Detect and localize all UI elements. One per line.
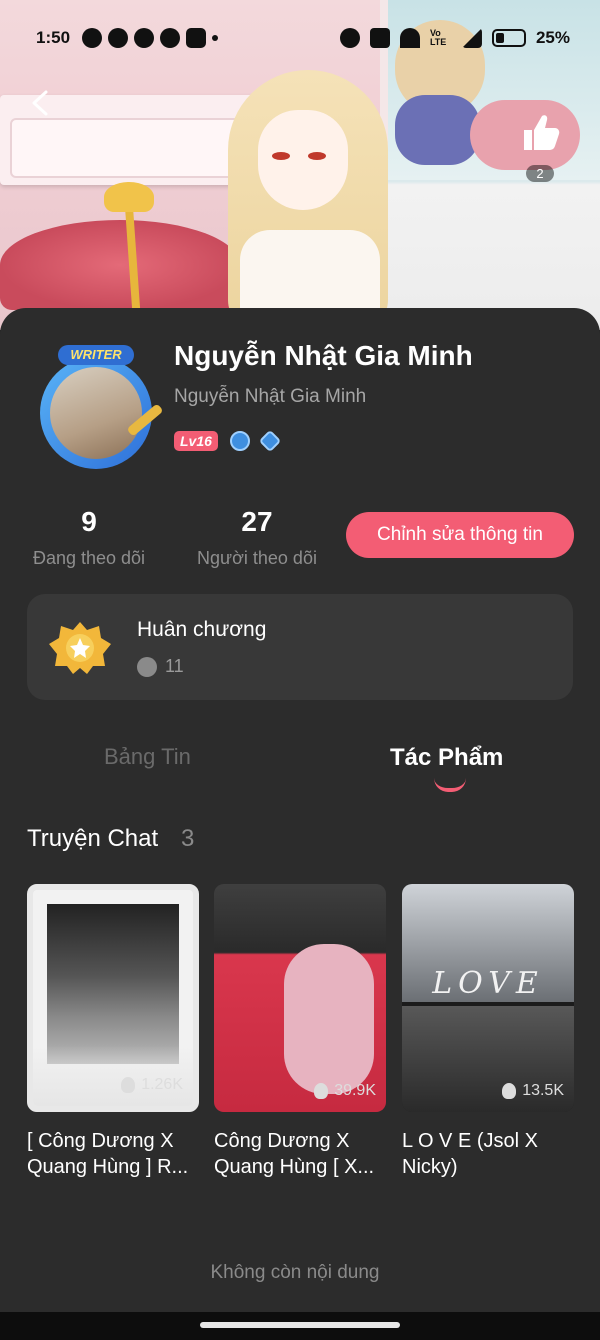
messenger-icon bbox=[82, 28, 102, 48]
edit-profile-button[interactable]: Chỉnh sửa thông tin bbox=[346, 512, 574, 558]
instagram-icon bbox=[186, 28, 206, 48]
story-title: Công Dương X Quang Hùng [ X... bbox=[214, 1130, 375, 1178]
profile-tabs: Bảng Tin Tác Phẩm bbox=[0, 740, 600, 800]
status-time: 1:50 bbox=[36, 28, 71, 47]
fire-icon bbox=[502, 1083, 517, 1099]
story-card[interactable]: 39.9K Công Dương X Quang Hùng [ X... bbox=[214, 884, 386, 1180]
section-count: 3 bbox=[181, 825, 195, 852]
fire-icon bbox=[314, 1083, 329, 1099]
following-label: Đang theo dõi bbox=[32, 548, 146, 568]
section-title: Truyện Chat bbox=[27, 825, 159, 852]
hexagon-badge-icon[interactable] bbox=[258, 429, 282, 453]
badges-row: Lv16 bbox=[174, 429, 282, 453]
star-icon bbox=[137, 656, 157, 677]
chevron-left-icon bbox=[32, 90, 48, 116]
alarm-icon bbox=[339, 28, 360, 48]
medal-icon bbox=[49, 622, 111, 674]
medal-panel[interactable]: Huân chương 11 bbox=[27, 594, 573, 700]
story-title: [ Công Dương X Quang Hùng ] R... bbox=[27, 1130, 189, 1178]
avatar-photo bbox=[50, 367, 142, 459]
messenger-icon bbox=[160, 28, 180, 48]
volte-label: Vo LTE bbox=[429, 28, 447, 47]
story-cover: 1.26K bbox=[27, 884, 199, 1112]
medal-title: Huân chương bbox=[137, 618, 267, 641]
diamond-badge-icon[interactable] bbox=[229, 431, 250, 451]
story-cover: 39.9K bbox=[214, 884, 386, 1112]
story-card[interactable]: 1.26K [ Công Dương X Quang Hùng ] R... bbox=[27, 884, 199, 1180]
following-count: 9 bbox=[81, 506, 97, 537]
followers-label: Người theo dõi bbox=[197, 548, 317, 568]
battery-icon bbox=[491, 29, 526, 47]
avatar[interactable]: WRITER bbox=[30, 345, 164, 475]
profile-name: Nguyễn Nhật Gia Minh bbox=[174, 340, 473, 371]
story-views: 1.26K bbox=[141, 1076, 183, 1093]
back-button[interactable] bbox=[26, 88, 56, 118]
like-button[interactable]: 2 bbox=[512, 110, 568, 182]
notification-icons bbox=[82, 28, 218, 48]
followers-stat[interactable]: 27 Người theo dõi bbox=[190, 506, 324, 569]
messenger-icon bbox=[134, 28, 154, 48]
profile-subname: Nguyễn Nhật Gia Minh bbox=[174, 386, 367, 407]
battery-percent: 25% bbox=[535, 28, 570, 47]
tab-feed[interactable]: Bảng Tin bbox=[104, 744, 191, 770]
story-card[interactable]: LOVE 13.5K L O V E (Jsol X Nicky) bbox=[402, 884, 574, 1180]
fire-icon bbox=[121, 1077, 136, 1093]
following-stat[interactable]: 9 Đang theo dõi bbox=[26, 506, 152, 569]
story-views: 39.9K bbox=[334, 1082, 376, 1099]
story-cover: LOVE 13.5K bbox=[402, 884, 574, 1112]
tab-works[interactable]: Tác Phẩm bbox=[390, 744, 503, 772]
cover-text: LOVE bbox=[432, 966, 544, 1001]
like-count: 2 bbox=[526, 165, 554, 182]
more-notifications-dot bbox=[212, 35, 218, 41]
signal-icon bbox=[461, 28, 482, 48]
story-views: 13.5K bbox=[522, 1082, 564, 1099]
followers-count: 27 bbox=[241, 506, 273, 537]
medal-count: 11 bbox=[165, 656, 184, 676]
writer-badge: WRITER bbox=[58, 345, 134, 365]
story-title: L O V E (Jsol X Nicky) bbox=[402, 1130, 538, 1178]
bunny-plush-illustration bbox=[284, 944, 374, 1094]
wifi-icon bbox=[399, 28, 420, 48]
mute-icon bbox=[369, 28, 390, 48]
level-badge[interactable]: Lv16 bbox=[174, 431, 218, 451]
thumbs-up-icon bbox=[524, 115, 560, 150]
messenger-icon bbox=[108, 28, 128, 48]
status-bar: 1:50 Vo LTE 25% bbox=[0, 22, 600, 58]
home-gesture-handle[interactable] bbox=[200, 1322, 400, 1328]
end-of-content-text: Không còn nội dung bbox=[210, 1262, 380, 1283]
system-nav-bar bbox=[0, 1312, 600, 1340]
